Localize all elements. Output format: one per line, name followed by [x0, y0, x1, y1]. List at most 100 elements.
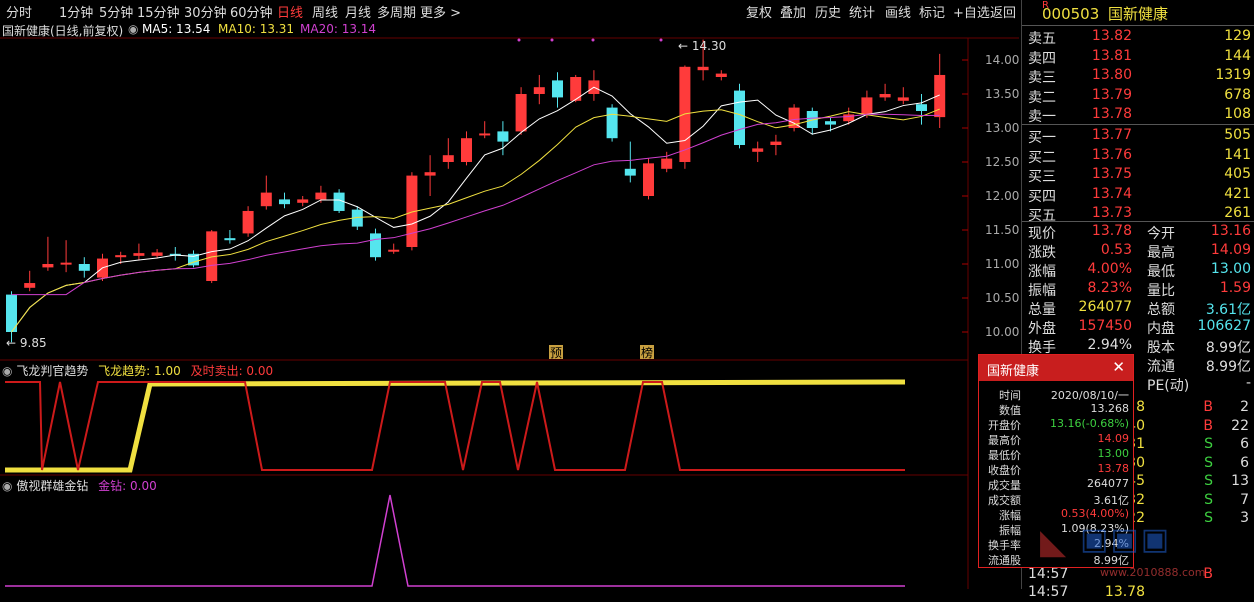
ind2-line [5, 494, 905, 587]
bid-row: 买二 13.76 141 [1022, 146, 1254, 166]
ma5-line [11, 86, 940, 333]
tick-volume: 8 [1136, 399, 1145, 415]
tag-bang: 榜 [641, 345, 653, 360]
divider [1022, 25, 1254, 26]
stat-value: 0.53 [1100, 242, 1132, 258]
tick-count: 7 [1240, 491, 1249, 508]
ind2-settings-icon[interactable]: ◉ [2, 479, 12, 493]
stat-label: 流通 [1147, 359, 1175, 375]
tooltip-title: 国新健康 [987, 364, 1040, 379]
candle-body [606, 107, 618, 139]
stat-label: 最低 [1147, 264, 1175, 280]
tooltip-label: 换手率 [988, 539, 1021, 552]
tooltip-label: 涨幅 [999, 509, 1021, 522]
price-tick: 12.50 [985, 155, 1019, 169]
candle-body [770, 141, 782, 145]
bid-price: 13.76 [1091, 146, 1132, 163]
tick-count: 6 [1240, 436, 1249, 452]
candle-body [697, 66, 709, 71]
stock-flag: R [1042, 0, 1049, 11]
candle-body [624, 168, 636, 176]
price-tick: 11.50 [985, 223, 1019, 237]
tick-side: S [1204, 436, 1213, 452]
tooltip-row: 时间 2020/08/10/一 [979, 387, 1133, 402]
signal-dot [517, 38, 521, 42]
tooltip-row: 成交量 264077 [979, 477, 1133, 492]
ask-price: 13.79 [1091, 86, 1132, 103]
tooltip-value: 3.61亿 [1093, 494, 1130, 507]
bid-row: 买三 13.75 405 [1022, 165, 1254, 185]
price-tick: 14.00 [985, 53, 1019, 67]
high-annotation: ← 14.30 [678, 39, 726, 53]
price-tick: 11.00 [985, 257, 1019, 271]
price-tick: 10.50 [985, 291, 1019, 305]
tick-side: S [1204, 491, 1213, 508]
tooltip-row: 收盘价 13.78 [979, 462, 1133, 477]
stat-row: 涨幅 4.00% 最低 13.00 [1022, 260, 1254, 280]
candle-body [78, 264, 90, 271]
bid-price: 13.77 [1091, 127, 1132, 143]
tooltip-label: 开盘价 [988, 419, 1021, 432]
tick-side: B [1203, 399, 1213, 415]
divider [1022, 124, 1254, 125]
ask-volume: 129 [1224, 28, 1251, 44]
bid-label: 买三 [1028, 169, 1056, 185]
tooltip-value: 2020/08/10/一 [1050, 389, 1129, 402]
stat-value: 106627 [1197, 318, 1251, 334]
tick-count: 3 [1240, 510, 1249, 526]
stat-value: 13.00 [1210, 261, 1251, 277]
candle-body [42, 264, 54, 268]
watermark-logo: ◣ ▣▣▣ www.2010888.com [1040, 522, 1206, 579]
candle-body [424, 172, 436, 176]
candle-body [897, 97, 909, 101]
stat-value: 157450 [1078, 318, 1132, 334]
candle-body [715, 73, 727, 77]
kline-chart[interactable]: 14.00 13.50 13.00 12.50 12.00 11.50 11.00 10.50… [0, 0, 1019, 589]
close-icon[interactable]: ✕ [1112, 358, 1125, 376]
bid-price: 13.75 [1091, 166, 1132, 182]
candle-body [916, 104, 927, 111]
signal-dot [550, 38, 554, 42]
tooltip-value: 13.16(-0.68%) [1050, 417, 1129, 430]
ask-label: 卖一 [1028, 109, 1056, 125]
stat-row: 振幅 8.23% 量比 1.59 [1022, 279, 1254, 299]
tooltip-value: 13.78 [1097, 462, 1130, 475]
candle-body [515, 94, 527, 132]
candle-body [442, 155, 454, 162]
tooltip-label: 成交量 [988, 479, 1021, 492]
tooltip-row: 最高价 14.09 [979, 432, 1133, 447]
price-tick: 12.00 [985, 189, 1019, 203]
tooltip-row: 最低价 13.00 [979, 447, 1133, 462]
ask-row: 卖三 13.80 1319 [1022, 66, 1254, 86]
stat-row: 现价 13.78 今开 13.16 [1022, 222, 1254, 242]
tick-side: S [1204, 473, 1213, 489]
candle-body [825, 121, 836, 125]
ma10-line [11, 108, 940, 333]
bid-row: 买一 13.77 505 [1022, 126, 1254, 146]
stat-value: 8.99亿 [1205, 359, 1251, 375]
tag-yu: 预 [550, 346, 562, 360]
tick-side: B [1203, 417, 1213, 434]
stat-label: 涨跌 [1028, 245, 1056, 261]
tooltip-value: 13.268 [1090, 402, 1130, 415]
ask-volume: 1319 [1215, 67, 1251, 83]
tooltip-label: 时间 [999, 389, 1021, 402]
ind1-series2: 及时卖出: 0.00 [190, 364, 274, 378]
candle-body [479, 133, 491, 136]
stat-label: 现价 [1028, 226, 1056, 242]
stat-label: 涨幅 [1028, 264, 1056, 280]
ask-volume: 108 [1224, 106, 1251, 122]
stat-value: 2.94% [1087, 337, 1132, 353]
stat-value: 8.99亿 [1205, 340, 1251, 356]
stat-label: PE(动) [1147, 378, 1190, 394]
candle-body [370, 233, 381, 258]
ask-row: 卖四 13.81 144 [1022, 47, 1254, 67]
tooltip-label: 收盘价 [988, 464, 1021, 477]
candle-body [533, 87, 545, 94]
tooltip-row: 数值 13.268 [979, 402, 1133, 417]
candle-body [115, 255, 127, 258]
ind1-settings-icon[interactable]: ◉ [2, 364, 12, 378]
candle-body [242, 210, 254, 234]
bid-volume: 421 [1224, 185, 1251, 202]
ind2-series1: 金钻: 0.00 [98, 479, 157, 493]
